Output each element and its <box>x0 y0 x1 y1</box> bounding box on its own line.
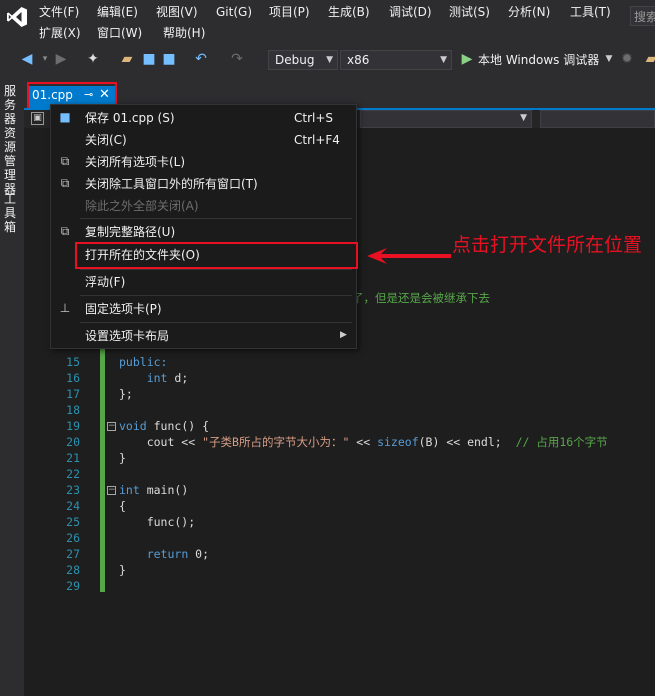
line-number: 20 <box>66 435 80 449</box>
menu-item-close-all-but-this[interactable]: 除此之外全部关闭(A) <box>85 198 199 214</box>
line-number: 18 <box>66 403 80 417</box>
back-icon[interactable]: ◀ <box>18 50 36 68</box>
flame-icon[interactable]: ✹ <box>618 50 636 68</box>
server-explorer-tab[interactable]: 服务器资源管理器 <box>4 84 18 196</box>
line-number: 17 <box>66 387 80 401</box>
code-line: func(); <box>119 515 196 529</box>
config-select[interactable]: Debug ▼ <box>268 50 338 70</box>
line-number: 25 <box>66 515 80 529</box>
line-number: 26 <box>66 531 80 545</box>
line-number: 29 <box>66 579 80 593</box>
menu-git[interactable]: Git(G) <box>216 2 252 22</box>
menu-build[interactable]: 生成(B) <box>328 2 370 22</box>
menu-item-pin-tab[interactable]: 固定选项卡(P) <box>85 301 162 317</box>
save-icon: ■ <box>59 110 71 124</box>
play-icon[interactable]: ▶ <box>458 50 476 68</box>
platform-value: x86 <box>347 53 370 67</box>
search-input[interactable]: 搜索 <box>630 6 655 26</box>
line-number: 23 <box>66 483 80 497</box>
menu-separator <box>80 295 352 296</box>
shortcut-close: Ctrl+F4 <box>294 133 340 147</box>
menu-separator <box>80 322 352 323</box>
fold-toggle-icon[interactable]: − <box>107 486 116 495</box>
menu-view[interactable]: 视图(V) <box>156 2 198 22</box>
menu-file[interactable]: 文件(F) <box>39 2 79 22</box>
menu-analyze[interactable]: 分析(N) <box>508 2 550 22</box>
menu-edit[interactable]: 编辑(E) <box>97 2 138 22</box>
line-number: 15 <box>66 355 80 369</box>
line-number: 22 <box>66 467 80 481</box>
code-line: { <box>119 499 126 513</box>
menu-item-close-all-but-tool[interactable]: 关闭除工具窗口外的所有窗口(T) <box>85 176 258 192</box>
save-icon[interactable]: ■ <box>140 50 158 68</box>
scope-select[interactable]: ▼ <box>360 110 532 128</box>
menu-item-float[interactable]: 浮动(F) <box>85 274 125 290</box>
menu-test[interactable]: 测试(S) <box>449 2 490 22</box>
fold-toggle-icon[interactable]: − <box>107 422 116 431</box>
shortcut-save: Ctrl+S <box>294 111 334 125</box>
folder-icon[interactable]: ▰ <box>642 50 655 68</box>
pin-icon: ⊥ <box>59 301 71 315</box>
open-folder-highlight-box <box>75 242 358 269</box>
menu-window[interactable]: 窗口(W) <box>97 23 142 43</box>
platform-select[interactable]: x86 ▼ <box>340 50 452 70</box>
menu-tools[interactable]: 工具(T) <box>570 2 611 22</box>
code-line: return 0; <box>146 547 210 561</box>
project-icon: ▣ <box>31 112 44 125</box>
close-all-windows-icon: ⧉ <box>60 176 70 190</box>
code-line: cout << "子类B所占的字节大小为：" << sizeof(B) << e… <box>119 435 608 449</box>
line-number: 21 <box>66 451 80 465</box>
menu-project[interactable]: 项目(P) <box>269 2 310 22</box>
menu-item-save[interactable]: 保存 01.cpp (S) <box>85 110 175 126</box>
menu-extensions[interactable]: 扩展(X) <box>39 23 81 43</box>
line-number: 27 <box>66 547 80 561</box>
menu-separator <box>80 269 352 270</box>
close-all-tabs-icon: ⧉ <box>60 154 70 168</box>
line-number: 19 <box>66 419 80 433</box>
menu-item-close[interactable]: 关闭(C) <box>85 132 127 148</box>
menu-item-tab-layout[interactable]: 设置选项卡布局 <box>85 328 169 344</box>
code-line: void func() { <box>119 419 210 433</box>
copy-icon: ⧉ <box>60 224 70 238</box>
menu-debug[interactable]: 调试(D) <box>389 2 432 22</box>
annotation-arrow-icon <box>367 248 451 264</box>
toolbox-tab[interactable]: 工具箱 <box>4 192 18 234</box>
undo-icon[interactable]: ↶ <box>192 50 210 68</box>
line-number: 16 <box>66 371 80 385</box>
chevron-down-icon: ▼ <box>326 55 333 65</box>
forward-icon[interactable]: ▶ <box>52 50 70 68</box>
chevron-down-icon: ▼ <box>520 113 527 123</box>
code-line: } <box>119 451 126 465</box>
document-tab-strip <box>24 74 655 108</box>
new-item-icon[interactable]: ✦ <box>84 50 102 68</box>
menu-item-copy-path[interactable]: 复制完整路径(U) <box>85 224 175 240</box>
run-debugger-button[interactable]: 本地 Windows 调试器 <box>478 50 599 70</box>
code-line: } <box>119 563 126 577</box>
chevron-down-icon: ▼ <box>440 55 447 65</box>
chevron-right-icon: ▶ <box>340 330 347 340</box>
code-line: public: <box>119 355 168 369</box>
save-all-icon[interactable]: ■ <box>160 50 178 68</box>
code-line: int main() <box>119 483 189 497</box>
menu-item-close-all[interactable]: 关闭所有选项卡(L) <box>85 154 185 170</box>
annotation-text: 点击打开文件所在位置 <box>452 234 643 256</box>
line-number: 28 <box>66 563 80 577</box>
line-number: 24 <box>66 499 80 513</box>
visual-studio-logo-icon <box>7 7 27 27</box>
menu-separator <box>80 218 352 219</box>
member-select[interactable] <box>540 110 655 128</box>
comment-fragment: 了，但是还是会被继承下去 <box>352 291 490 305</box>
config-value: Debug <box>275 53 315 67</box>
code-line: int d; <box>146 371 189 385</box>
run-dropdown-icon[interactable]: ▼ <box>600 50 618 68</box>
code-line: }; <box>119 387 133 401</box>
menu-help[interactable]: 帮助(H) <box>163 23 205 43</box>
redo-icon[interactable]: ↷ <box>228 50 246 68</box>
open-folder-icon[interactable]: ▰ <box>118 50 136 68</box>
